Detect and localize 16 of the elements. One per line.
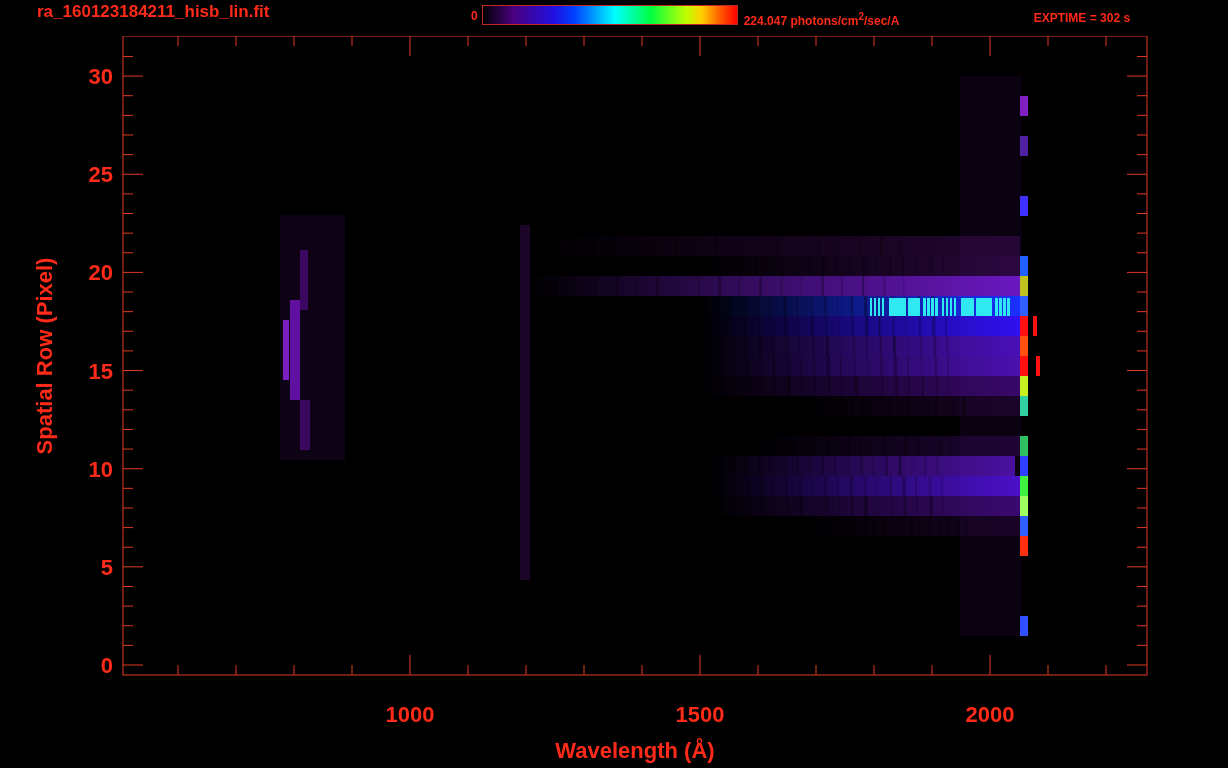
x-tick-label: 2000 [965,702,1015,727]
x-tick-label: 1500 [675,702,725,727]
x-tick-label: 1000 [385,702,435,727]
y-tick-label: 25 [88,162,113,188]
filename-title: ra_160123184211_hisb_lin.fit [37,2,271,22]
y-tick-label: 10 [88,456,113,482]
y-tick-label: 15 [88,358,113,384]
y-tick-label: 20 [88,260,113,286]
y-axis-title: Spatial Row (Pixel) [32,257,57,455]
y-tick-label: 5 [100,554,113,580]
colorbar-max-label: 224.047 photons/cm$^{2}$/sec/A [743,11,901,28]
y-tick-label: 30 [88,64,113,90]
x-axis-title: Wavelength (Å) [555,738,715,763]
colorbar-min-label: 0 [471,9,478,23]
exposure-time-label: EXPTIME = 302 s [1033,11,1131,25]
y-tick-label: 0 [100,653,113,678]
